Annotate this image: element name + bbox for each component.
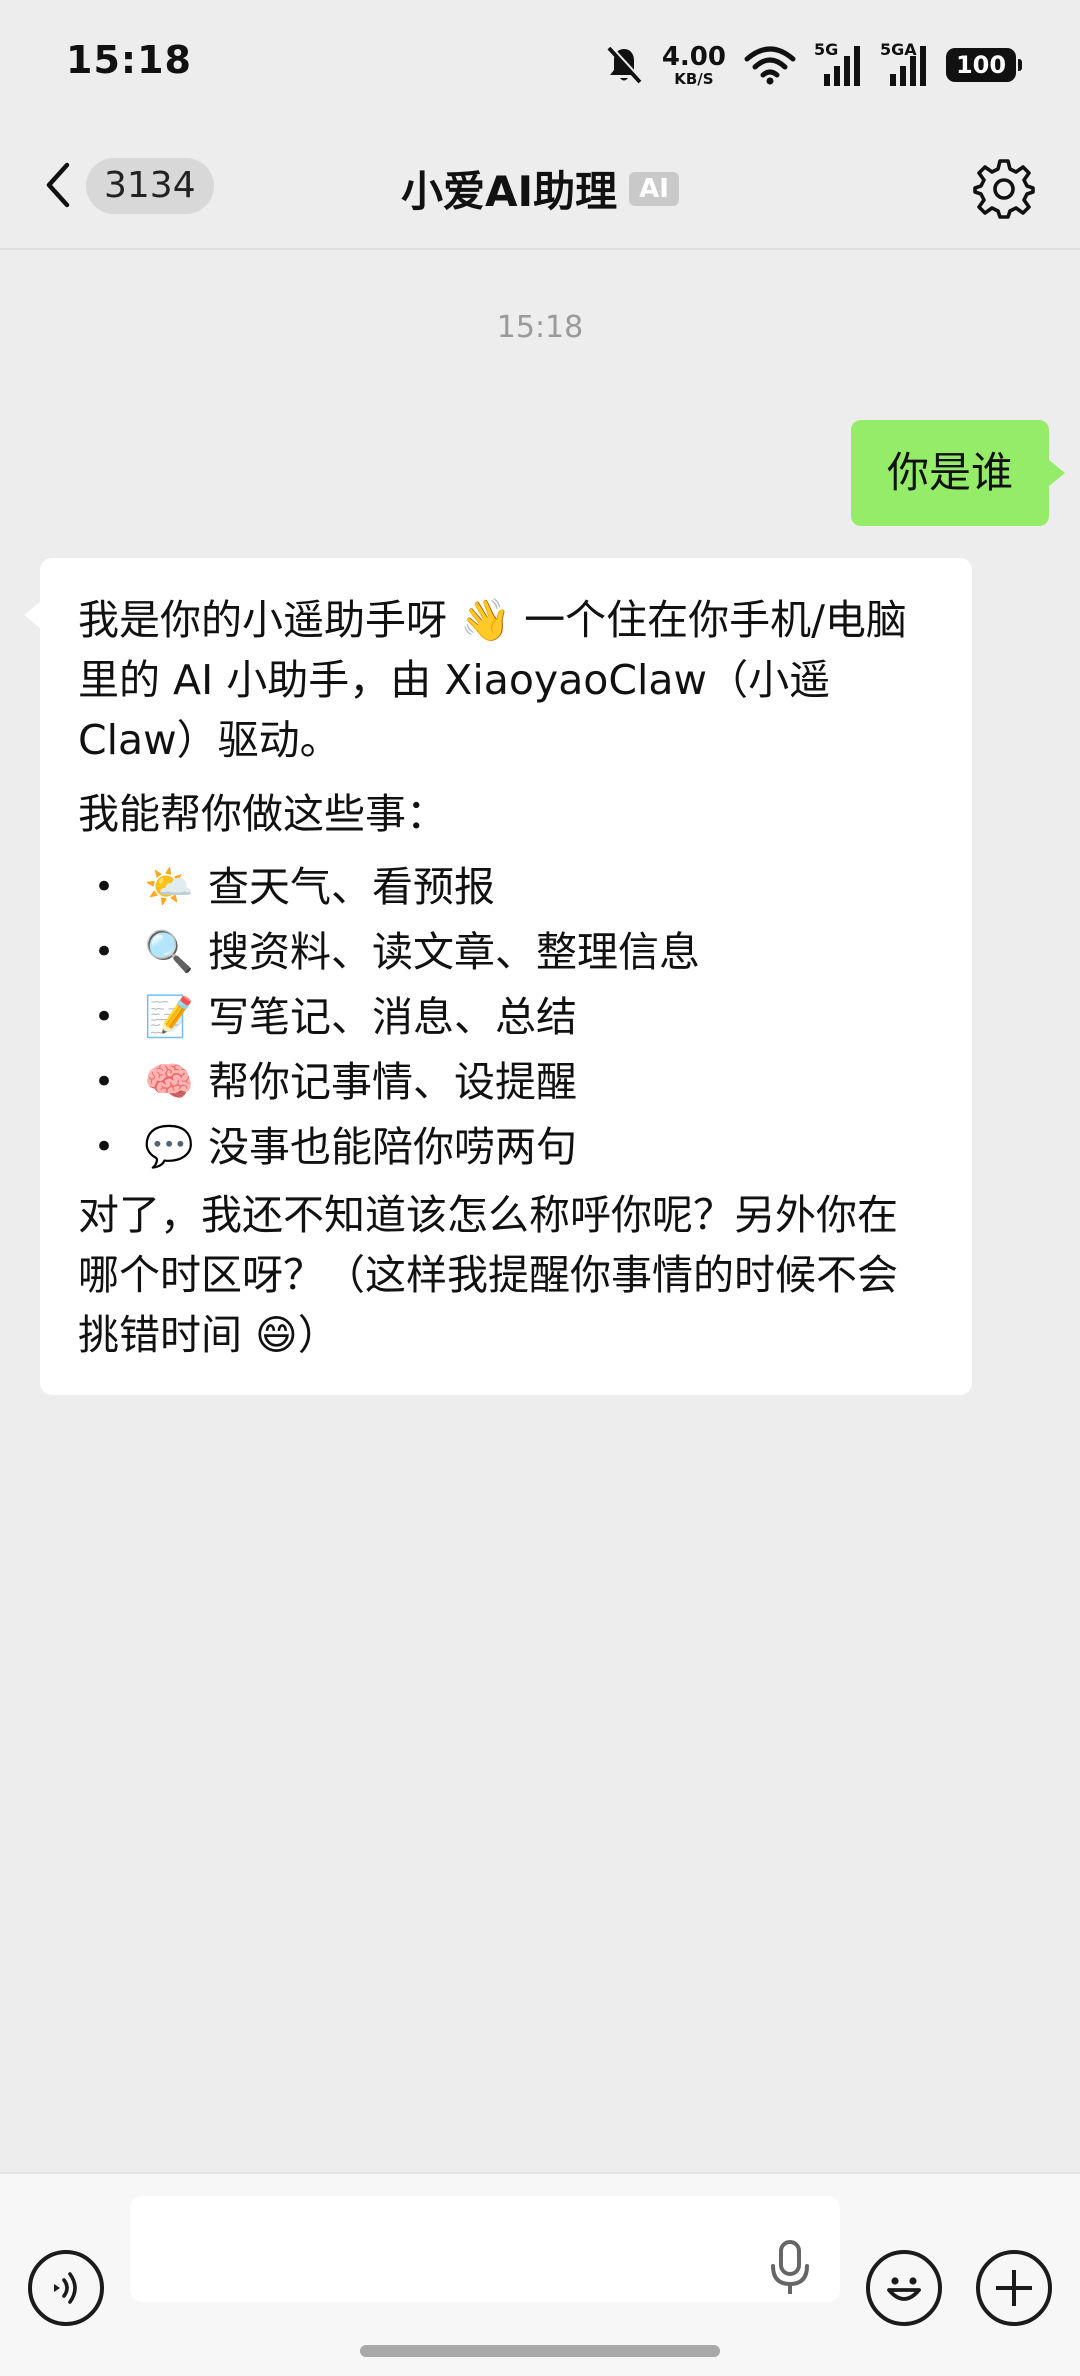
message-input[interactable]: [130, 2196, 840, 2302]
list-item-text: 查天气、看预报: [208, 862, 495, 911]
status-time: 15:18: [66, 38, 192, 82]
signal-bars-icon: [890, 46, 926, 86]
magnifier-icon: 🔍: [144, 928, 194, 975]
chat-header: 3134 小爱AI助理 AI: [0, 120, 1080, 250]
mic-icon[interactable]: [766, 2238, 814, 2298]
network-speed: 4.00 KB/S: [662, 44, 726, 87]
user-message-bubble[interactable]: 你是谁: [850, 420, 1066, 526]
status-bar: 15:18 4.00 KB/S 5G 5GA 100: [0, 0, 1080, 120]
ai-message-outro: 对了，我还不知道该怎么称呼你呢？另外你在哪个时区呀？（这样我提醒你事情的时候不会…: [78, 1191, 898, 1359]
list-item: • 🔍 搜资料、读文章、整理信息: [78, 919, 934, 984]
list-item-text: 没事也能陪你唠两句: [208, 1122, 577, 1171]
bullet-dot-icon: •: [94, 1061, 115, 1102]
list-item: • 📝 写笔记、消息、总结: [78, 984, 934, 1049]
chat-title-text: 小爱AI助理: [401, 167, 618, 216]
ai-capabilities-list: • 🌤️ 查天气、看预报 • 🔍 搜资料、读文章、整理信息 • 📝 写笔记、消息…: [78, 854, 934, 1179]
speech-bubble-icon: 💬: [144, 1123, 194, 1170]
plus-button[interactable]: [976, 2250, 1052, 2326]
list-item-text: 写笔记、消息、总结: [208, 992, 577, 1041]
chat-title: 小爱AI助理 AI: [0, 158, 1080, 219]
list-item-text: 帮你记事情、设提醒: [208, 1057, 577, 1106]
ai-message-intro: 我是你的小遥助手呀 👋 一个住在你手机/电脑里的 AI 小助手，由 Xiaoya…: [78, 596, 907, 764]
memo-icon: 📝: [144, 993, 194, 1040]
network-speed-value: 4.00: [661, 41, 726, 72]
gear-icon: [973, 159, 1035, 219]
emoji-button[interactable]: [866, 2250, 942, 2326]
signal-5ga: 5GA: [880, 40, 928, 86]
list-item: • 💬 没事也能陪你唠两句: [78, 1114, 934, 1179]
bullet-dot-icon: •: [94, 931, 115, 972]
ai-capabilities-heading: 我能帮你做这些事：: [78, 790, 447, 838]
battery-indicator: 100: [946, 48, 1022, 82]
bullet-dot-icon: •: [94, 866, 115, 907]
status-icons: 4.00 KB/S 5G 5GA 100: [604, 40, 1022, 90]
signal-bars-icon: [824, 46, 860, 86]
chat-screen: 15:18 4.00 KB/S 5G 5GA 100 3134 小爱AI助理 A…: [0, 0, 1080, 2376]
brain-icon: 🧠: [144, 1058, 194, 1105]
sun-cloud-icon: 🌤️: [144, 863, 194, 910]
voice-button[interactable]: [28, 2250, 104, 2326]
mute-bell-icon: [607, 45, 643, 84]
list-item: • 🌤️ 查天气、看预报: [78, 854, 934, 919]
ai-message-bubble[interactable]: 我是你的小遥助手呀 👋 一个住在你手机/电脑里的 AI 小助手，由 Xiaoya…: [24, 558, 972, 1395]
home-indicator[interactable]: [360, 2345, 720, 2357]
ai-badge: AI: [629, 171, 679, 206]
signal-5g: 5G: [814, 40, 862, 86]
plus-icon: [996, 2270, 1032, 2306]
network-speed-unit: KB/S: [674, 69, 714, 88]
bullet-dot-icon: •: [94, 996, 115, 1037]
settings-button[interactable]: [972, 156, 1036, 220]
wifi-icon: [744, 46, 796, 85]
list-item: • 🧠 帮你记事情、设提醒: [78, 1049, 934, 1114]
bullet-dot-icon: •: [94, 1126, 115, 1167]
message-timestamp: 15:18: [496, 310, 584, 345]
list-item-text: 搜资料、读文章、整理信息: [208, 927, 700, 976]
smile-icon: [887, 2277, 921, 2301]
voice-icon: [54, 2272, 77, 2304]
